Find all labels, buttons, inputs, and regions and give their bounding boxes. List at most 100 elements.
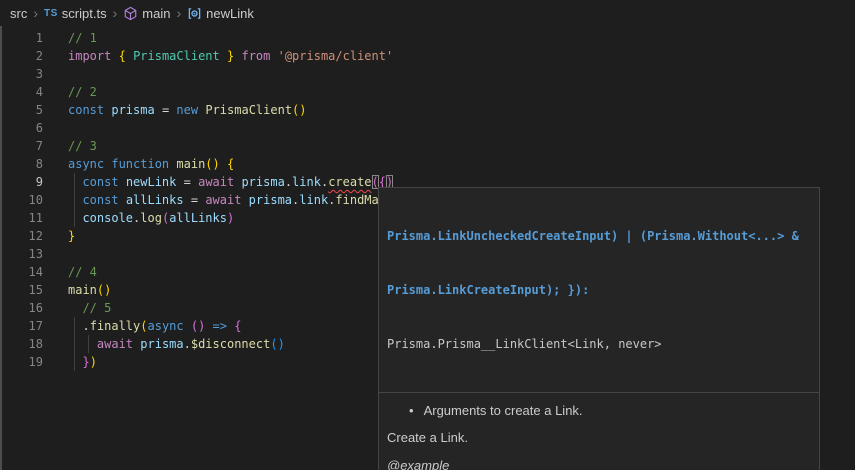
code-token: . [82,319,89,333]
breadcrumb-item-newlink[interactable]: newLink [187,6,254,21]
code-token: = [184,175,191,189]
line-number[interactable]: 10 [0,191,43,209]
code-text: .finally(async () => { [43,317,241,335]
code-token: } [82,355,89,369]
line-number[interactable]: 15 [0,281,43,299]
code-text: } [43,227,75,245]
code-text: }) [43,353,97,371]
code-token: // 1 [68,31,97,45]
code-line[interactable]: 3 [0,65,855,83]
code-token [68,193,82,207]
code-token: create [328,175,371,189]
code-text: await prisma.$disconnect() [43,335,285,353]
line-number[interactable]: 8 [0,155,43,173]
code-token: PrismaClient [133,49,220,63]
code-text: // 1 [43,29,97,47]
line-number[interactable]: 7 [0,137,43,155]
code-token: new [176,103,198,117]
line-number[interactable]: 6 [0,119,43,137]
bullet-icon: • [409,403,414,418]
code-line[interactable]: 2import { PrismaClient } from '@prisma/c… [0,47,855,65]
tooltip-docs: • Arguments to create a Link. Create a L… [379,393,819,470]
line-number[interactable]: 19 [0,353,43,371]
code-token: PrismaClient [205,103,292,117]
symbol-function-icon [123,6,138,21]
tooltip-example-tag: @example [387,458,811,470]
code-token [126,49,133,63]
code-token: console [82,211,133,225]
line-number[interactable]: 5 [0,101,43,119]
code-text: // 2 [43,83,97,101]
code-text: import { PrismaClient } from '@prisma/cl… [43,47,393,65]
code-token [111,49,118,63]
code-line[interactable]: 8async function main() { [0,155,855,173]
code-token: const [82,175,118,189]
indent-guide [74,191,75,209]
code-token: import [68,49,111,63]
code-text: const newLink = await prisma.link.create… [43,173,393,191]
code-line[interactable]: 5const prisma = new PrismaClient() [0,101,855,119]
code-token: { [234,319,241,333]
hover-tooltip[interactable]: Prisma.LinkUncheckedCreateInput) | (Pris… [378,187,820,470]
vscode-editor-window: src › TS script.ts › main › newLink [0,0,855,470]
code-token: const [68,103,104,117]
code-line[interactable]: 6 [0,119,855,137]
line-number[interactable]: 4 [0,83,43,101]
code-token: main [176,157,205,171]
code-token: prisma [241,175,284,189]
line-number[interactable]: 16 [0,299,43,317]
code-token: ) [227,211,234,225]
breadcrumb-item-main[interactable]: main [123,6,170,21]
code-line[interactable]: 4// 2 [0,83,855,101]
code-text: const allLinks = await prisma.link.findM… [43,191,408,209]
code-token [119,193,126,207]
code-token: = [191,193,198,207]
breadcrumb-label: newLink [206,6,254,21]
line-number[interactable]: 3 [0,65,43,83]
code-line[interactable]: 7 // 3 [0,137,855,155]
code-token: { [227,157,234,171]
line-number[interactable]: 1 [0,29,43,47]
code-token: allLinks [169,211,227,225]
code-token: await [198,175,234,189]
code-token: function [111,157,169,171]
line-number[interactable]: 11 [0,209,43,227]
chevron-right-icon: › [32,5,39,21]
code-token: log [140,211,162,225]
line-number[interactable]: 18 [0,335,43,353]
code-token: prisma [140,337,183,351]
code-token: () [191,319,205,333]
indent-guide [88,335,89,353]
code-token: allLinks [126,193,184,207]
code-token: () [292,103,306,117]
line-number[interactable]: 17 [0,317,43,335]
line-number[interactable]: 14 [0,263,43,281]
chevron-right-icon: › [112,5,119,21]
code-token: // 3 [68,139,97,153]
code-token [191,175,198,189]
line-number[interactable]: 2 [0,47,43,65]
code-text [43,119,68,137]
code-token: await [205,193,241,207]
code-token: () [270,337,284,351]
code-token [68,337,97,351]
code-token: . [285,175,292,189]
code-line[interactable]: 1 // 1 [0,29,855,47]
tooltip-bullet-text: Arguments to create a Link. [424,403,583,418]
breadcrumb-item-src[interactable]: src [10,6,27,21]
code-token: link [292,175,321,189]
code-token [155,103,162,117]
code-token [205,319,212,333]
line-number[interactable]: 13 [0,245,43,263]
code-token [184,319,191,333]
indent-guide [74,173,75,191]
code-token [119,175,126,189]
line-number[interactable]: 12 [0,227,43,245]
code-text: // 5 [43,299,111,317]
breadcrumb-label: main [142,6,170,21]
indent-guide [74,353,75,371]
tooltip-description: Create a Link. [387,430,811,445]
breadcrumb-item-script-ts[interactable]: TS script.ts [44,6,107,21]
line-number[interactable]: 9 [0,173,43,191]
code-text: const prisma = new PrismaClient() [43,101,307,119]
